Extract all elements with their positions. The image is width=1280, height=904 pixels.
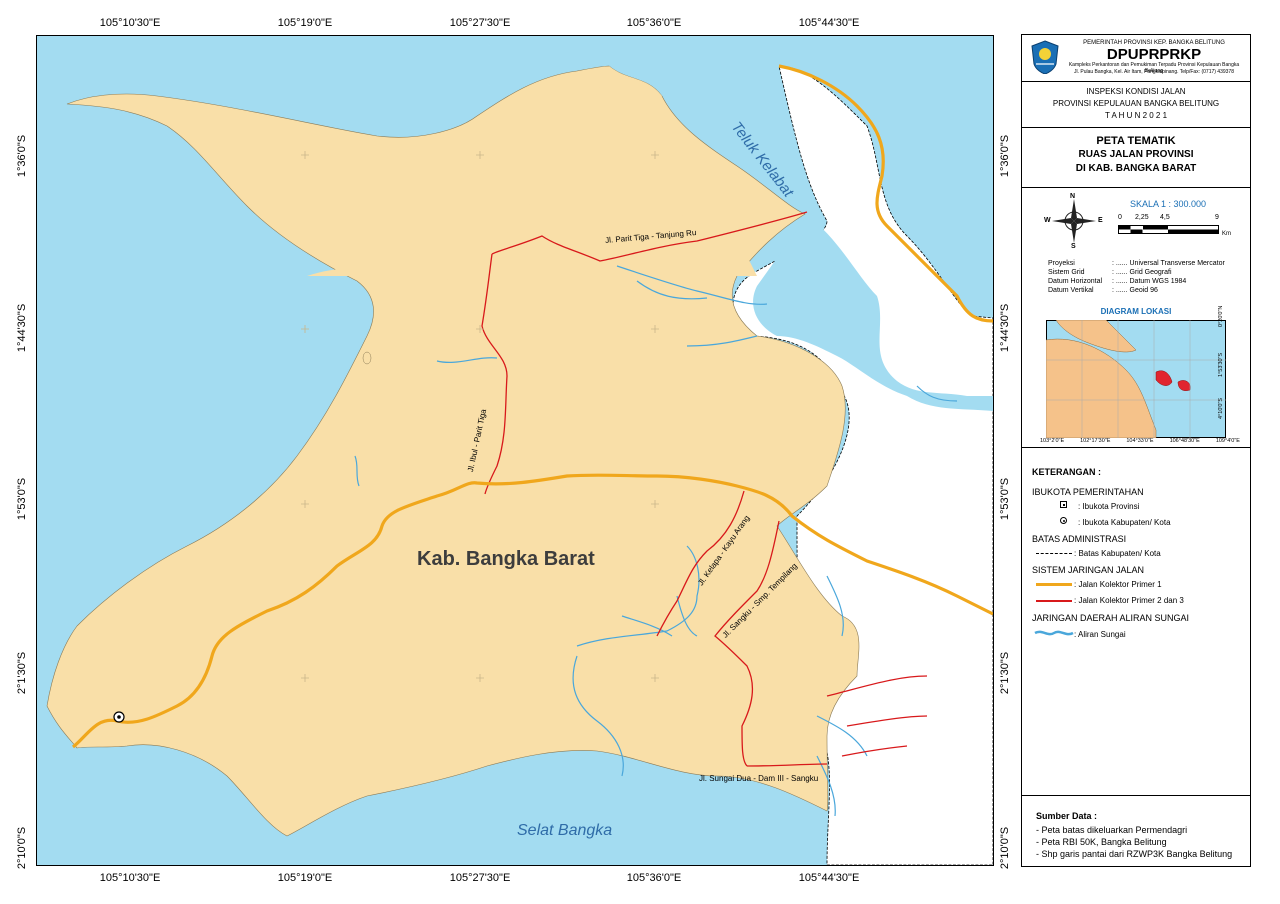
compass-rose-icon — [1052, 199, 1096, 243]
coord-bottom-5: 105°44'30"E — [798, 872, 860, 884]
river-icon — [1034, 630, 1074, 636]
inset-y-tick-2: 1°53'30"S — [1218, 352, 1224, 377]
legend-gov-item-2: : Ibukota Kabupaten/ Kota — [1078, 518, 1171, 527]
title-line-2: RUAS JALAN PROVINSI — [1078, 149, 1194, 160]
project-line-2: PROVINSI KEPULAUAN BANGKA BELITUNG — [1052, 99, 1220, 108]
legend-road-head: SISTEM JARINGAN JALAN — [1032, 565, 1145, 575]
regency-capital-icon — [1060, 517, 1067, 524]
legend-gov-item-1: : Ibukota Provinsi — [1078, 502, 1140, 511]
source-item-1: - Peta batas dikeluarkan Permendagri — [1036, 825, 1188, 835]
agency-address: Jl. Pulau Bangka, Kel. Air Itam, Pangkal… — [1073, 69, 1234, 75]
project-line-1: INSPEKSI KONDISI JALAN — [1086, 87, 1186, 96]
source-item-3: - Shp garis pantai dari RZWP3K Bangka Be… — [1036, 849, 1233, 859]
title-line-1: PETA TEMATIK — [1096, 135, 1176, 147]
legend-title: KETERANGAN : — [1032, 467, 1101, 477]
map-canvas — [46, 64, 993, 865]
projection-info: Proyeksi: ...... Universal Transverse Me… — [1048, 260, 1225, 294]
compass-s: S — [1071, 243, 1076, 250]
legend-river-item: : Aliran Sungai — [1074, 630, 1126, 639]
title-section: PETA TEMATIK RUAS JALAN PROVINSI DI KAB.… — [1022, 127, 1250, 188]
project-section: INSPEKSI KONDISI JALAN PROVINSI KEPULAUA… — [1022, 81, 1250, 128]
legend-admin-head: BATAS ADMINISTRASI — [1032, 534, 1127, 544]
compass-e: E — [1098, 217, 1103, 224]
inset-x-ticks: 103°2'0"E 102°17'30"E 104°33'0"E 106°48'30"… — [1040, 438, 1240, 444]
coord-bottom-2: 105°19'0"E — [277, 872, 333, 884]
coord-bottom-4: 105°36'0"E — [626, 872, 682, 884]
coord-top-4: 105°36'0"E — [626, 17, 682, 29]
province-logo-icon — [1031, 40, 1059, 74]
legend-river-head: JARINGAN DAERAH ALIRAN SUNGAI — [1032, 613, 1190, 623]
coord-top-2: 105°19'0"E — [277, 17, 333, 29]
coord-top-3: 105°27'30"E — [449, 17, 511, 29]
legend-road-item-2: : Jalan Kolektor Primer 2 dan 3 — [1074, 596, 1184, 605]
region-label: Kab. Bangka Barat — [417, 548, 595, 570]
coord-top-1: 105°10'30"E — [99, 17, 161, 29]
boundary-line-icon — [1036, 553, 1072, 554]
inset-title: DIAGRAM LOKASI — [1100, 307, 1172, 316]
land-bangka-barat — [46, 65, 860, 837]
coord-left-1: 1°36'0"S — [16, 134, 28, 178]
scale-section: N S W E SKALA 1 : 300.000 0 2,25 4,5 9 K… — [1022, 187, 1250, 448]
coord-right-5: 2°10'0"S — [999, 826, 1011, 870]
secondary-road-icon — [1036, 600, 1072, 602]
legend-panel: PEMERINTAH PROVINSI KEP. BANGKA BELITUNG… — [1021, 34, 1251, 867]
source-item-2: - Peta RBI 50K, Bangka Belitung — [1036, 837, 1167, 847]
coord-right-1: 1°36'0"S — [999, 134, 1011, 178]
road-label-sungai-dua-dam: Jl. Sungai Dua - Dam III - Sangku — [699, 774, 819, 783]
scale-bar — [1118, 225, 1219, 234]
coord-left-4: 2°1'30"S — [16, 651, 28, 695]
scale-tick-1: 2,25 — [1135, 214, 1149, 221]
main-map[interactable]: Kab. Bangka Barat Teluk Kelabat Selat Ba… — [36, 35, 994, 866]
scale-unit: Km — [1222, 231, 1231, 237]
title-line-3: DI KAB. BANGKA BARAT — [1075, 163, 1197, 174]
coord-right-2: 1°44'30"S — [999, 303, 1011, 353]
sources-title: Sumber Data : — [1036, 811, 1098, 821]
legend-gov-head: IBUKOTA PEMERINTAHAN — [1032, 487, 1144, 497]
scale-tick-2: 4,5 — [1160, 214, 1170, 221]
sources-section: Sumber Data : - Peta batas dikeluarkan P… — [1022, 795, 1250, 865]
coord-top-5: 105°44'30"E — [798, 17, 860, 29]
scale-tick-0: 0 — [1118, 214, 1122, 221]
inset-y-tick-3: 4°10'0"S — [1218, 397, 1224, 419]
coord-left-2: 1°44'30"S — [16, 303, 28, 353]
legend-road-item-1: : Jalan Kolektor Primer 1 — [1074, 580, 1162, 589]
strait-label: Selat Bangka — [517, 822, 613, 839]
primary-road-icon — [1036, 583, 1072, 586]
header-section: PEMERINTAH PROVINSI KEP. BANGKA BELITUNG… — [1022, 35, 1250, 82]
province-capital-icon — [1060, 501, 1067, 508]
agency-name: DPUPRPRKP — [1106, 46, 1202, 63]
inset-y-tick-1: 0°20'0"N — [1218, 305, 1224, 327]
scale-label: SKALA 1 : 300.000 — [1130, 199, 1207, 209]
inset-location-map[interactable] — [1046, 320, 1226, 438]
compass-n: N — [1070, 193, 1076, 200]
scale-tick-3: 9 — [1215, 214, 1219, 221]
legend-section: KETERANGAN : IBUKOTA PEMERINTAHAN : Ibuk… — [1022, 447, 1250, 796]
compass-w: W — [1044, 217, 1051, 224]
project-line-3: T A H U N 2 0 2 1 — [1104, 111, 1168, 120]
coord-bottom-1: 105°10'30"E — [99, 872, 161, 884]
coord-left-3: 1°53'0"S — [16, 477, 28, 521]
coord-left-5: 2°10'0"S — [16, 826, 28, 870]
legend-admin-item: : Batas Kabupaten/ Kota — [1074, 549, 1161, 558]
coord-bottom-3: 105°27'30"E — [449, 872, 511, 884]
coord-right-3: 1°53'0"S — [999, 477, 1011, 521]
island-1 — [362, 351, 372, 365]
coord-right-4: 2°1'30"S — [999, 651, 1011, 695]
